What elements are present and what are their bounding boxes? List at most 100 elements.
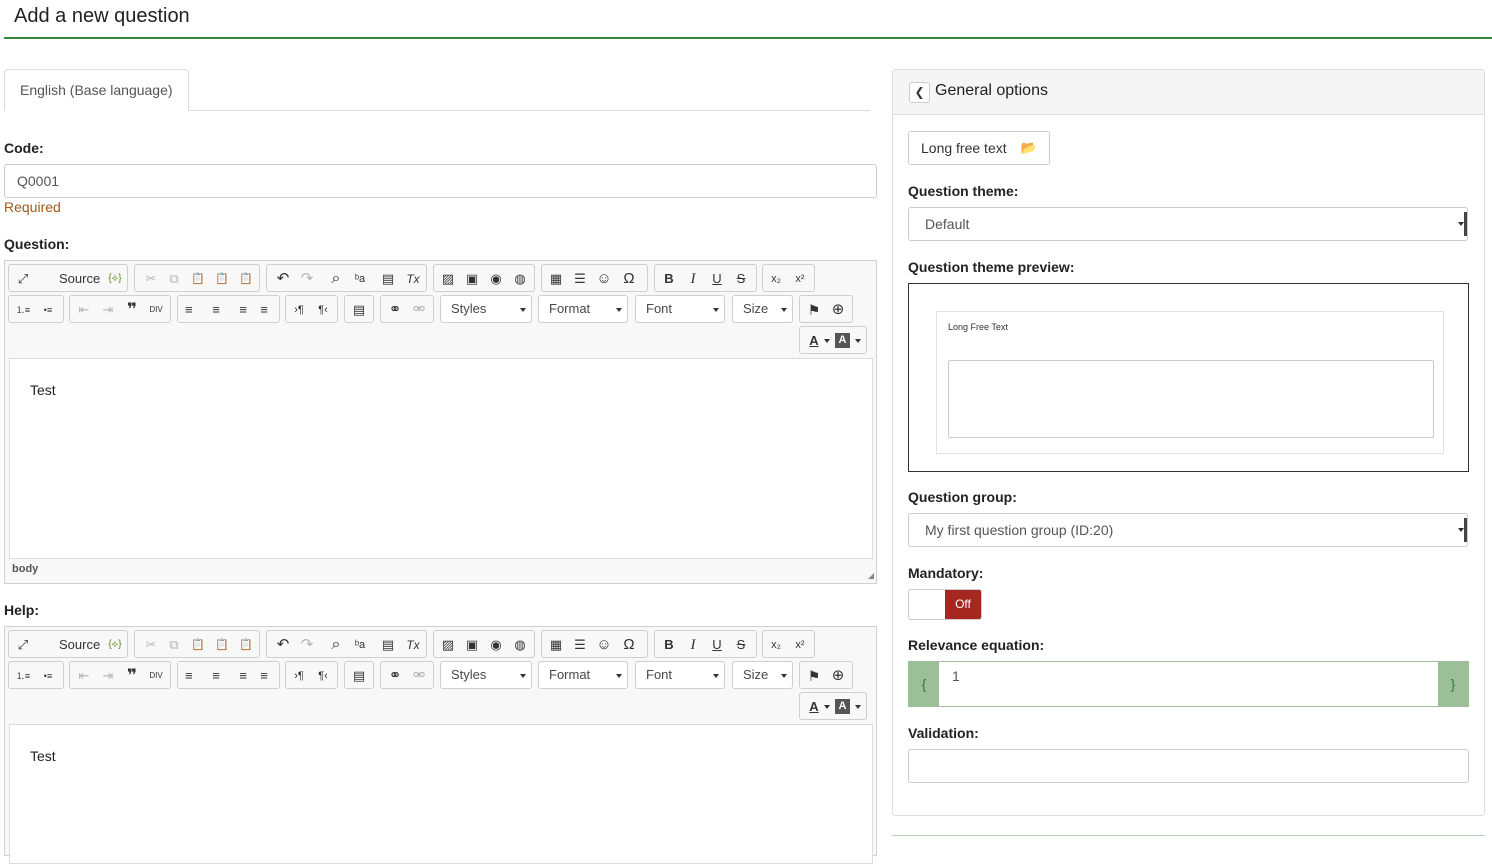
image-icon[interactable]: ▨ — [437, 268, 459, 290]
bulleted-list-icon[interactable]: •≡ — [37, 299, 59, 321]
unlink-icon[interactable]: ⚮ — [408, 299, 430, 321]
iframe-icon[interactable]: ◍ — [509, 634, 531, 656]
paste-text-icon[interactable]: 📋 — [211, 634, 233, 656]
indent-icon[interactable]: ⇥ — [97, 299, 119, 321]
background-color-icon[interactable]: A — [835, 333, 850, 348]
iframe-icon[interactable]: ◍ — [509, 268, 531, 290]
undo-icon[interactable]: ↶ — [272, 634, 294, 656]
div-container-icon[interactable]: DIV — [145, 665, 167, 687]
resize-handle[interactable] — [868, 573, 874, 579]
italic-icon[interactable]: I — [682, 634, 704, 656]
bulleted-list-icon[interactable]: •≡ — [37, 665, 59, 687]
maximize-icon[interactable]: ⤢ — [12, 268, 34, 290]
table-icon[interactable]: ▦ — [545, 268, 567, 290]
smiley-icon[interactable]: ☺ — [593, 268, 615, 290]
justify-icon[interactable]: ≡ — [253, 299, 275, 321]
language-icon[interactable]: ▤ — [348, 299, 370, 321]
font-dropdown[interactable]: Font — [635, 661, 725, 689]
unlink-icon[interactable]: ⚮ — [408, 665, 430, 687]
size-dropdown[interactable]: Size — [732, 295, 793, 323]
mandatory-toggle[interactable]: Off — [908, 589, 982, 620]
italic-icon[interactable]: I — [682, 268, 704, 290]
background-color-icon[interactable]: A — [835, 699, 850, 714]
copy-icon[interactable]: ⧉ — [163, 268, 185, 290]
strike-icon[interactable]: S — [730, 268, 752, 290]
link-icon[interactable]: ⚭ — [384, 665, 406, 687]
smiley-icon[interactable]: ☺ — [593, 634, 615, 656]
undo-icon[interactable]: ↶ — [272, 268, 294, 290]
templates-icon[interactable]: {⟡} — [104, 634, 126, 656]
anchor-flag-icon[interactable]: ⚑ — [803, 299, 825, 321]
tab-english[interactable]: English (Base language) — [4, 69, 189, 111]
rtl-icon[interactable]: ¶‹ — [312, 665, 334, 687]
div-container-icon[interactable]: DIV — [145, 299, 167, 321]
flash-icon[interactable]: ▣ — [461, 634, 483, 656]
find-icon[interactable]: ⌕ — [325, 634, 347, 656]
strike-icon[interactable]: S — [730, 634, 752, 656]
numbered-list-icon[interactable]: ⒈≡ — [12, 299, 34, 321]
globe-icon[interactable]: ⊕ — [827, 299, 849, 321]
remove-format-icon[interactable]: Tx — [402, 634, 424, 656]
horizontal-rule-icon[interactable]: ☰ — [569, 634, 591, 656]
source-button[interactable]: Source — [59, 268, 100, 290]
blockquote-icon[interactable]: ❞ — [121, 299, 143, 321]
select-all-icon[interactable]: ▤ — [377, 634, 399, 656]
numbered-list-icon[interactable]: ⒈≡ — [12, 665, 34, 687]
superscript-icon[interactable]: x² — [789, 268, 811, 290]
question-text-area[interactable]: Test — [9, 358, 873, 559]
question-group-select[interactable]: My first question group (ID:20) — [908, 513, 1468, 547]
copy-icon[interactable]: ⧉ — [163, 634, 185, 656]
align-right-icon[interactable]: ≡ — [229, 299, 251, 321]
replace-icon[interactable]: ᵇa — [349, 268, 371, 290]
styles-dropdown[interactable]: Styles — [440, 295, 532, 323]
ltr-icon[interactable]: ›¶ — [288, 665, 310, 687]
subscript-icon[interactable]: x₂ — [765, 268, 787, 290]
outdent-icon[interactable]: ⇤ — [73, 665, 95, 687]
media-icon[interactable]: ◉ — [485, 268, 507, 290]
replace-icon[interactable]: ᵇa — [349, 634, 371, 656]
underline-icon[interactable]: U — [706, 634, 728, 656]
format-dropdown[interactable]: Format — [538, 661, 628, 689]
subscript-icon[interactable]: x₂ — [765, 634, 787, 656]
rtl-icon[interactable]: ¶‹ — [312, 299, 334, 321]
language-icon[interactable]: ▤ — [348, 665, 370, 687]
redo-icon[interactable]: ↷ — [296, 634, 318, 656]
maximize-icon[interactable]: ⤢ — [12, 634, 34, 656]
text-color-icon[interactable]: A — [803, 696, 825, 718]
redo-icon[interactable]: ↷ — [296, 268, 318, 290]
templates-icon[interactable]: {⟡} — [104, 268, 126, 290]
outdent-icon[interactable]: ⇤ — [73, 299, 95, 321]
format-dropdown[interactable]: Format — [538, 295, 628, 323]
source-button[interactable]: Source — [59, 634, 100, 656]
cut-icon[interactable]: ✂ — [140, 268, 162, 290]
relevance-input[interactable]: 1 — [940, 662, 1438, 706]
code-input[interactable]: Q0001 — [4, 164, 877, 198]
ltr-icon[interactable]: ›¶ — [288, 299, 310, 321]
paste-word-icon[interactable]: 📋 — [235, 268, 257, 290]
align-center-icon[interactable]: ≡ — [205, 665, 227, 687]
anchor-flag-icon[interactable]: ⚑ — [803, 665, 825, 687]
indent-icon[interactable]: ⇥ — [97, 665, 119, 687]
align-center-icon[interactable]: ≡ — [205, 299, 227, 321]
font-dropdown[interactable]: Font — [635, 295, 725, 323]
special-char-icon[interactable]: Ω — [618, 268, 640, 290]
select-all-icon[interactable]: ▤ — [377, 268, 399, 290]
question-type-button[interactable]: Long free text 📂 — [908, 131, 1050, 165]
align-left-icon[interactable]: ≡ — [181, 299, 203, 321]
size-dropdown[interactable]: Size — [732, 661, 793, 689]
superscript-icon[interactable]: x² — [789, 634, 811, 656]
blockquote-icon[interactable]: ❞ — [121, 665, 143, 687]
paste-icon[interactable]: 📋 — [187, 268, 209, 290]
justify-icon[interactable]: ≡ — [253, 665, 275, 687]
paste-word-icon[interactable]: 📋 — [235, 634, 257, 656]
help-text-area[interactable]: Test — [9, 724, 873, 864]
bold-icon[interactable]: B — [658, 268, 680, 290]
align-right-icon[interactable]: ≡ — [229, 665, 251, 687]
find-icon[interactable]: ⌕ — [325, 268, 347, 290]
link-icon[interactable]: ⚭ — [384, 299, 406, 321]
image-icon[interactable]: ▨ — [437, 634, 459, 656]
paste-text-icon[interactable]: 📋 — [211, 268, 233, 290]
horizontal-rule-icon[interactable]: ☰ — [569, 268, 591, 290]
underline-icon[interactable]: U — [706, 268, 728, 290]
text-color-icon[interactable]: A — [803, 330, 825, 352]
